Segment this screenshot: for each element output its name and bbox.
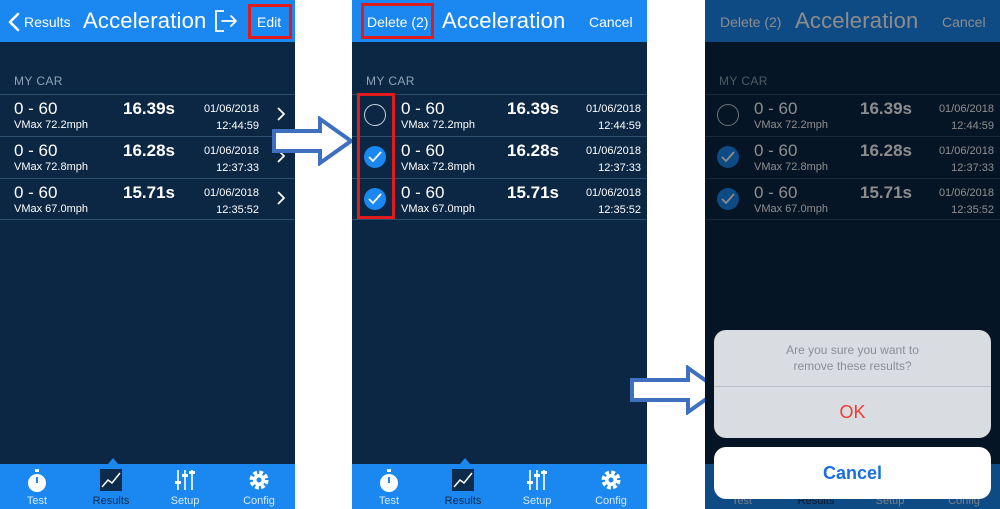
tab-bar: Test Results Setup Config [0,458,295,509]
table-row[interactable]: 0 - 60 VMax 67.0mph 15.71s 01/06/2018 12… [352,178,647,220]
section-header: MY CAR [14,74,63,88]
page-title: Acceleration [442,8,566,33]
tab-results[interactable]: Results [74,458,148,509]
run-clock: 12:37:33 [216,162,259,174]
delete-highlight-box [361,3,434,39]
checkbox-highlight-box [357,93,395,219]
gear-icon [601,470,621,490]
tab-label: Results [444,495,482,507]
run-vmax: VMax 67.0mph [401,203,475,215]
tab-test[interactable]: Test [0,464,74,509]
tab-test[interactable]: Test [352,464,426,509]
edit-mode-screen: Delete (2) Acceleration Cancel MY CAR 0 … [352,0,647,509]
run-time: 15.71s [507,183,559,202]
tab-config[interactable]: Config [222,464,295,509]
run-date: 01/06/2018 [203,103,259,115]
tab-setup[interactable]: Setup [500,464,574,509]
tab-label: Setup [170,495,200,507]
confirm-action-sheet: Are you sure you want to remove these re… [714,330,991,438]
confirm-delete-screen: Delete (2) Acceleration Cancel MY CAR 0 … [705,0,1000,509]
share-icon[interactable] [213,8,239,34]
run-vmax: VMax 72.8mph [401,161,475,173]
selected-tab-marker [108,458,118,464]
page-title: Acceleration [83,8,207,33]
run-title: 0 - 60 [14,183,58,202]
tab-label: Config [595,495,627,507]
alert-cancel-button[interactable]: Cancel [714,447,991,499]
chevron-left-icon [8,12,20,32]
results-table: 0 - 60 VMax 72.2mph 16.39s 01/06/2018 12… [0,94,295,220]
table-row[interactable]: 0 - 60 VMax 72.2mph 16.39s 01/06/2018 12… [352,94,647,136]
results-screen: Results Acceleration Edit MY CAR 0 - 60 … [0,0,295,509]
run-date: 01/06/2018 [585,145,641,157]
table-row[interactable]: 0 - 60 VMax 72.2mph 16.39s 01/06/2018 12… [0,94,295,136]
tab-config[interactable]: Config [574,464,647,509]
sliders-icon [175,470,195,490]
tab-results[interactable]: Results [426,458,500,509]
run-vmax: VMax 72.2mph [401,119,475,131]
sliders-icon [527,470,547,490]
back-label: Results [24,14,71,30]
run-vmax: VMax 67.0mph [14,203,88,215]
run-time: 15.71s [123,183,175,202]
cancel-button[interactable]: Cancel [589,14,633,30]
run-clock: 12:44:59 [216,120,259,132]
tab-bar: Test Results Setup Config [352,458,647,509]
run-time: 16.28s [123,141,175,160]
run-date: 01/06/2018 [203,187,259,199]
arrow-right-icon [272,116,354,166]
tab-setup[interactable]: Setup [148,464,222,509]
table-row[interactable]: 0 - 60 VMax 72.8mph 16.28s 01/06/2018 12… [352,136,647,178]
tab-label: Setup [522,495,552,507]
table-row[interactable]: 0 - 60 VMax 67.0mph 15.71s 01/06/2018 12… [0,178,295,220]
stopwatch-icon [28,469,46,492]
edit-highlight-box [248,4,292,39]
run-clock: 12:37:33 [598,162,641,174]
alert-message: Are you sure you want to remove these re… [786,343,919,373]
tab-label: Test [378,495,400,507]
ok-button[interactable]: OK [714,387,991,438]
run-title: 0 - 60 [14,141,58,160]
run-vmax: VMax 72.8mph [14,161,88,173]
run-date: 01/06/2018 [203,145,259,157]
section-header: MY CAR [366,74,415,88]
results-table: 0 - 60 VMax 72.2mph 16.39s 01/06/2018 12… [352,94,647,220]
run-title: 0 - 60 [401,183,445,202]
tab-label: Results [92,495,130,507]
run-time: 16.39s [123,99,175,118]
stopwatch-icon [380,469,398,492]
gear-icon [249,470,269,490]
run-title: 0 - 60 [14,99,58,118]
run-vmax: VMax 72.2mph [14,119,88,131]
selected-tab-marker [460,458,470,464]
run-date: 01/06/2018 [585,103,641,115]
run-date: 01/06/2018 [585,187,641,199]
chart-icon [100,469,122,491]
run-clock: 12:44:59 [598,120,641,132]
run-time: 16.28s [507,141,559,160]
run-time: 16.39s [507,99,559,118]
back-button[interactable]: Results [6,0,76,42]
run-clock: 12:35:52 [216,204,259,216]
tab-label: Config [243,495,275,507]
run-title: 0 - 60 [401,141,445,160]
tab-label: Test [26,495,48,507]
chart-icon [452,469,474,491]
chevron-right-icon [277,191,285,205]
run-clock: 12:35:52 [598,204,641,216]
run-title: 0 - 60 [401,99,445,118]
table-row[interactable]: 0 - 60 VMax 72.8mph 16.28s 01/06/2018 12… [0,136,295,178]
